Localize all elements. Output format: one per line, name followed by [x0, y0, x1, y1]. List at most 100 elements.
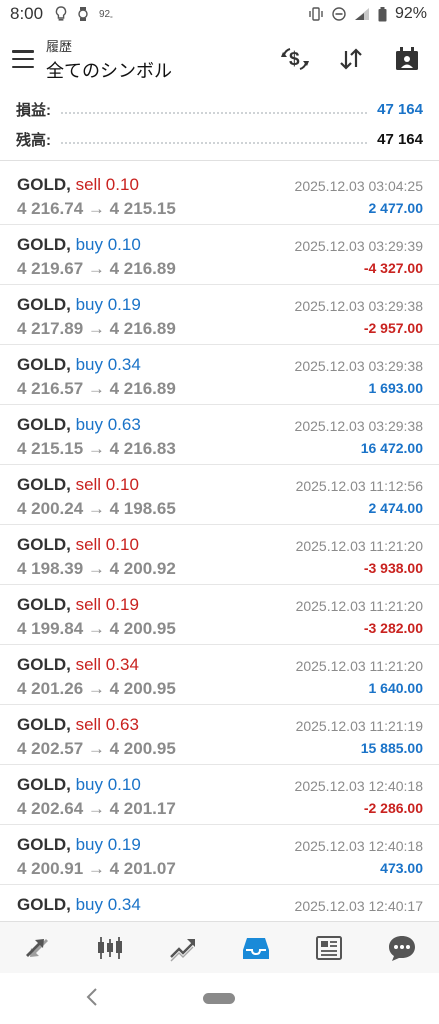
trade-side-volume: sell 0.10: [75, 175, 139, 194]
bottom-tab-bar: [0, 921, 439, 973]
sort-button[interactable]: [335, 43, 367, 75]
trade-profit: -3 282.00: [363, 620, 423, 636]
news-icon: [316, 935, 343, 960]
trade-time: 2025.12.03 12:40:18: [294, 778, 423, 794]
tab-trade[interactable]: [161, 926, 205, 970]
trade-side-volume: buy 0.19: [75, 295, 141, 314]
trade-prices: 4 201.26 → 4 200.95: [17, 679, 176, 698]
trade-row[interactable]: GOLD, buy 0.34 4 216.57 → 4 216.89 2025.12…: [0, 345, 439, 405]
menu-icon: [12, 50, 34, 53]
tab-chat[interactable]: [380, 926, 424, 970]
dotted-leader: [61, 142, 368, 144]
tab-quotes[interactable]: [15, 926, 59, 970]
trade-side-volume: sell 0.34: [75, 655, 139, 674]
trade-prices: 4 202.64 → 4 201.17: [17, 799, 176, 818]
menu-button[interactable]: [12, 50, 34, 68]
trade-side-volume: sell 0.10: [75, 535, 139, 554]
calendar-button[interactable]: [391, 43, 423, 75]
trade-time: 2025.12.03 12:40:18: [294, 838, 423, 854]
do-not-disturb-icon: [332, 7, 346, 21]
trade-row[interactable]: GOLD, sell 0.10 4 200.24 → 4 198.65 2025.1…: [0, 465, 439, 525]
trade-side-volume: buy 0.63: [75, 415, 141, 434]
trade-side-volume: sell 0.10: [75, 475, 139, 494]
trade-profit: 1 693.00: [368, 380, 424, 396]
tab-chart[interactable]: [88, 926, 132, 970]
trade-profit: -4 327.00: [363, 260, 423, 276]
trade-symbol: GOLD,: [17, 355, 71, 374]
trade-side-volume: buy 0.10: [75, 235, 141, 254]
trade-side-volume: buy 0.10: [75, 775, 141, 794]
trade-row[interactable]: GOLD, buy 0.19 4 217.89 → 4 216.89 2025.12…: [0, 285, 439, 345]
signal-icon: [354, 8, 369, 20]
bulb-icon: [55, 6, 67, 21]
sort-icon: [340, 48, 362, 70]
trade-row[interactable]: GOLD, sell 0.19 4 199.84 → 4 200.95 2025.1…: [0, 585, 439, 645]
trade-side-volume: buy 0.19: [75, 835, 141, 854]
trade-row[interactable]: GOLD, sell 0.10 4 198.39 → 4 200.92 2025.1…: [0, 525, 439, 585]
quotes-icon: [25, 938, 48, 957]
trade-time: 2025.12.03 11:21:20: [295, 658, 423, 674]
status-time: 8:00: [10, 4, 44, 23]
system-nav-bar: [0, 973, 439, 1024]
trade-symbol: GOLD,: [17, 295, 71, 314]
header-actions: $: [279, 43, 423, 75]
trade-symbol: GOLD,: [17, 175, 71, 194]
home-pill[interactable]: [203, 993, 235, 1004]
trade-symbol: GOLD,: [17, 235, 71, 254]
trade-prices: 4 216.57 → 4 216.89: [17, 379, 176, 398]
trade-symbol: GOLD,: [17, 775, 71, 794]
svg-text:92: 92: [99, 9, 111, 20]
trade-time: 2025.12.03 11:21:19: [295, 718, 423, 734]
trade-side-volume: buy 0.34: [75, 895, 141, 914]
trade-row[interactable]: GOLD, sell 0.10 4 216.74 → 4 215.15 2025.1…: [0, 165, 439, 225]
app-header: 履歴 全てのシンボル $: [0, 28, 439, 90]
svg-text:$: $: [289, 49, 300, 70]
trade-row[interactable]: GOLD, buy 0.19 4 200.91 → 4 201.07 2025.12…: [0, 825, 439, 885]
trade-profit: -2 957.00: [363, 320, 423, 336]
balance-label: 残高:: [16, 131, 51, 149]
trade-row[interactable]: GOLD, buy 0.344 199.26 → 4 200.892025.12…: [0, 885, 439, 921]
trade-symbol: GOLD,: [17, 595, 71, 614]
history-icon: [243, 937, 270, 959]
trade-profit: 2 477.00: [368, 200, 424, 216]
trade-prices: 4 198.39 → 4 200.92: [17, 559, 176, 578]
balance-row: 残高: 47 164: [16, 124, 423, 154]
trade-row[interactable]: GOLD, buy 0.10 4 219.67 → 4 216.89 2025.12…: [0, 225, 439, 285]
back-icon[interactable]: [82, 985, 102, 1009]
trade-profit: 16 472.00: [360, 440, 423, 456]
chart-icon: [97, 936, 122, 959]
profit-value: 47 164: [377, 100, 423, 118]
trade-history-list[interactable]: GOLD, sell 0.10 4 216.74 → 4 215.15 2025.1…: [0, 165, 439, 921]
trade-symbol: GOLD,: [17, 535, 71, 554]
currency-exchange-button[interactable]: $: [279, 43, 311, 75]
trade-icon: [170, 938, 195, 961]
trade-prices: 4 219.67 → 4 216.89: [17, 259, 176, 278]
trade-time: 2025.12.03 03:29:38: [294, 358, 423, 374]
battery-level: 92%: [394, 5, 427, 22]
trade-side-volume: sell 0.19: [75, 595, 139, 614]
battery-icon: [378, 6, 387, 21]
trade-prices: 4 216.74 → 4 215.15: [17, 199, 176, 218]
trade-time: 2025.12.03 03:04:25: [294, 178, 423, 194]
trade-side-volume: buy 0.34: [75, 355, 141, 374]
status-right-icons: 92%: [308, 5, 427, 23]
tab-history[interactable]: [234, 926, 278, 970]
trade-symbol: GOLD,: [17, 835, 71, 854]
trade-row[interactable]: GOLD, buy 0.10 4 202.64 → 4 201.17 2025.12…: [0, 765, 439, 825]
dotted-leader: [61, 112, 368, 114]
trade-profit: 1 640.00: [368, 680, 424, 696]
trade-time: 2025.12.03 11:12:56: [295, 478, 423, 494]
chat-icon: [389, 935, 416, 961]
title-block[interactable]: 履歴 全てのシンボル: [46, 36, 279, 83]
trade-profit: 15 885.00: [360, 740, 423, 756]
trade-time: 2025.12.03 11:21:20: [295, 538, 423, 554]
trade-row[interactable]: GOLD, buy 0.63 4 215.15 → 4 216.83 2025.12…: [0, 405, 439, 465]
vibrate-icon: [309, 7, 323, 21]
profit-label: 損益:: [16, 101, 51, 119]
balance-value: 47 164: [377, 130, 423, 148]
trade-row[interactable]: GOLD, sell 0.63 4 202.57 → 4 200.95 2025.1…: [0, 705, 439, 765]
trade-time: 2025.12.03 12:40:17: [294, 898, 423, 914]
summary-panel: 損益: 47 164 残高: 47 164: [0, 90, 439, 161]
tab-news[interactable]: [307, 926, 351, 970]
trade-row[interactable]: GOLD, sell 0.34 4 201.26 → 4 200.95 2025.1…: [0, 645, 439, 705]
